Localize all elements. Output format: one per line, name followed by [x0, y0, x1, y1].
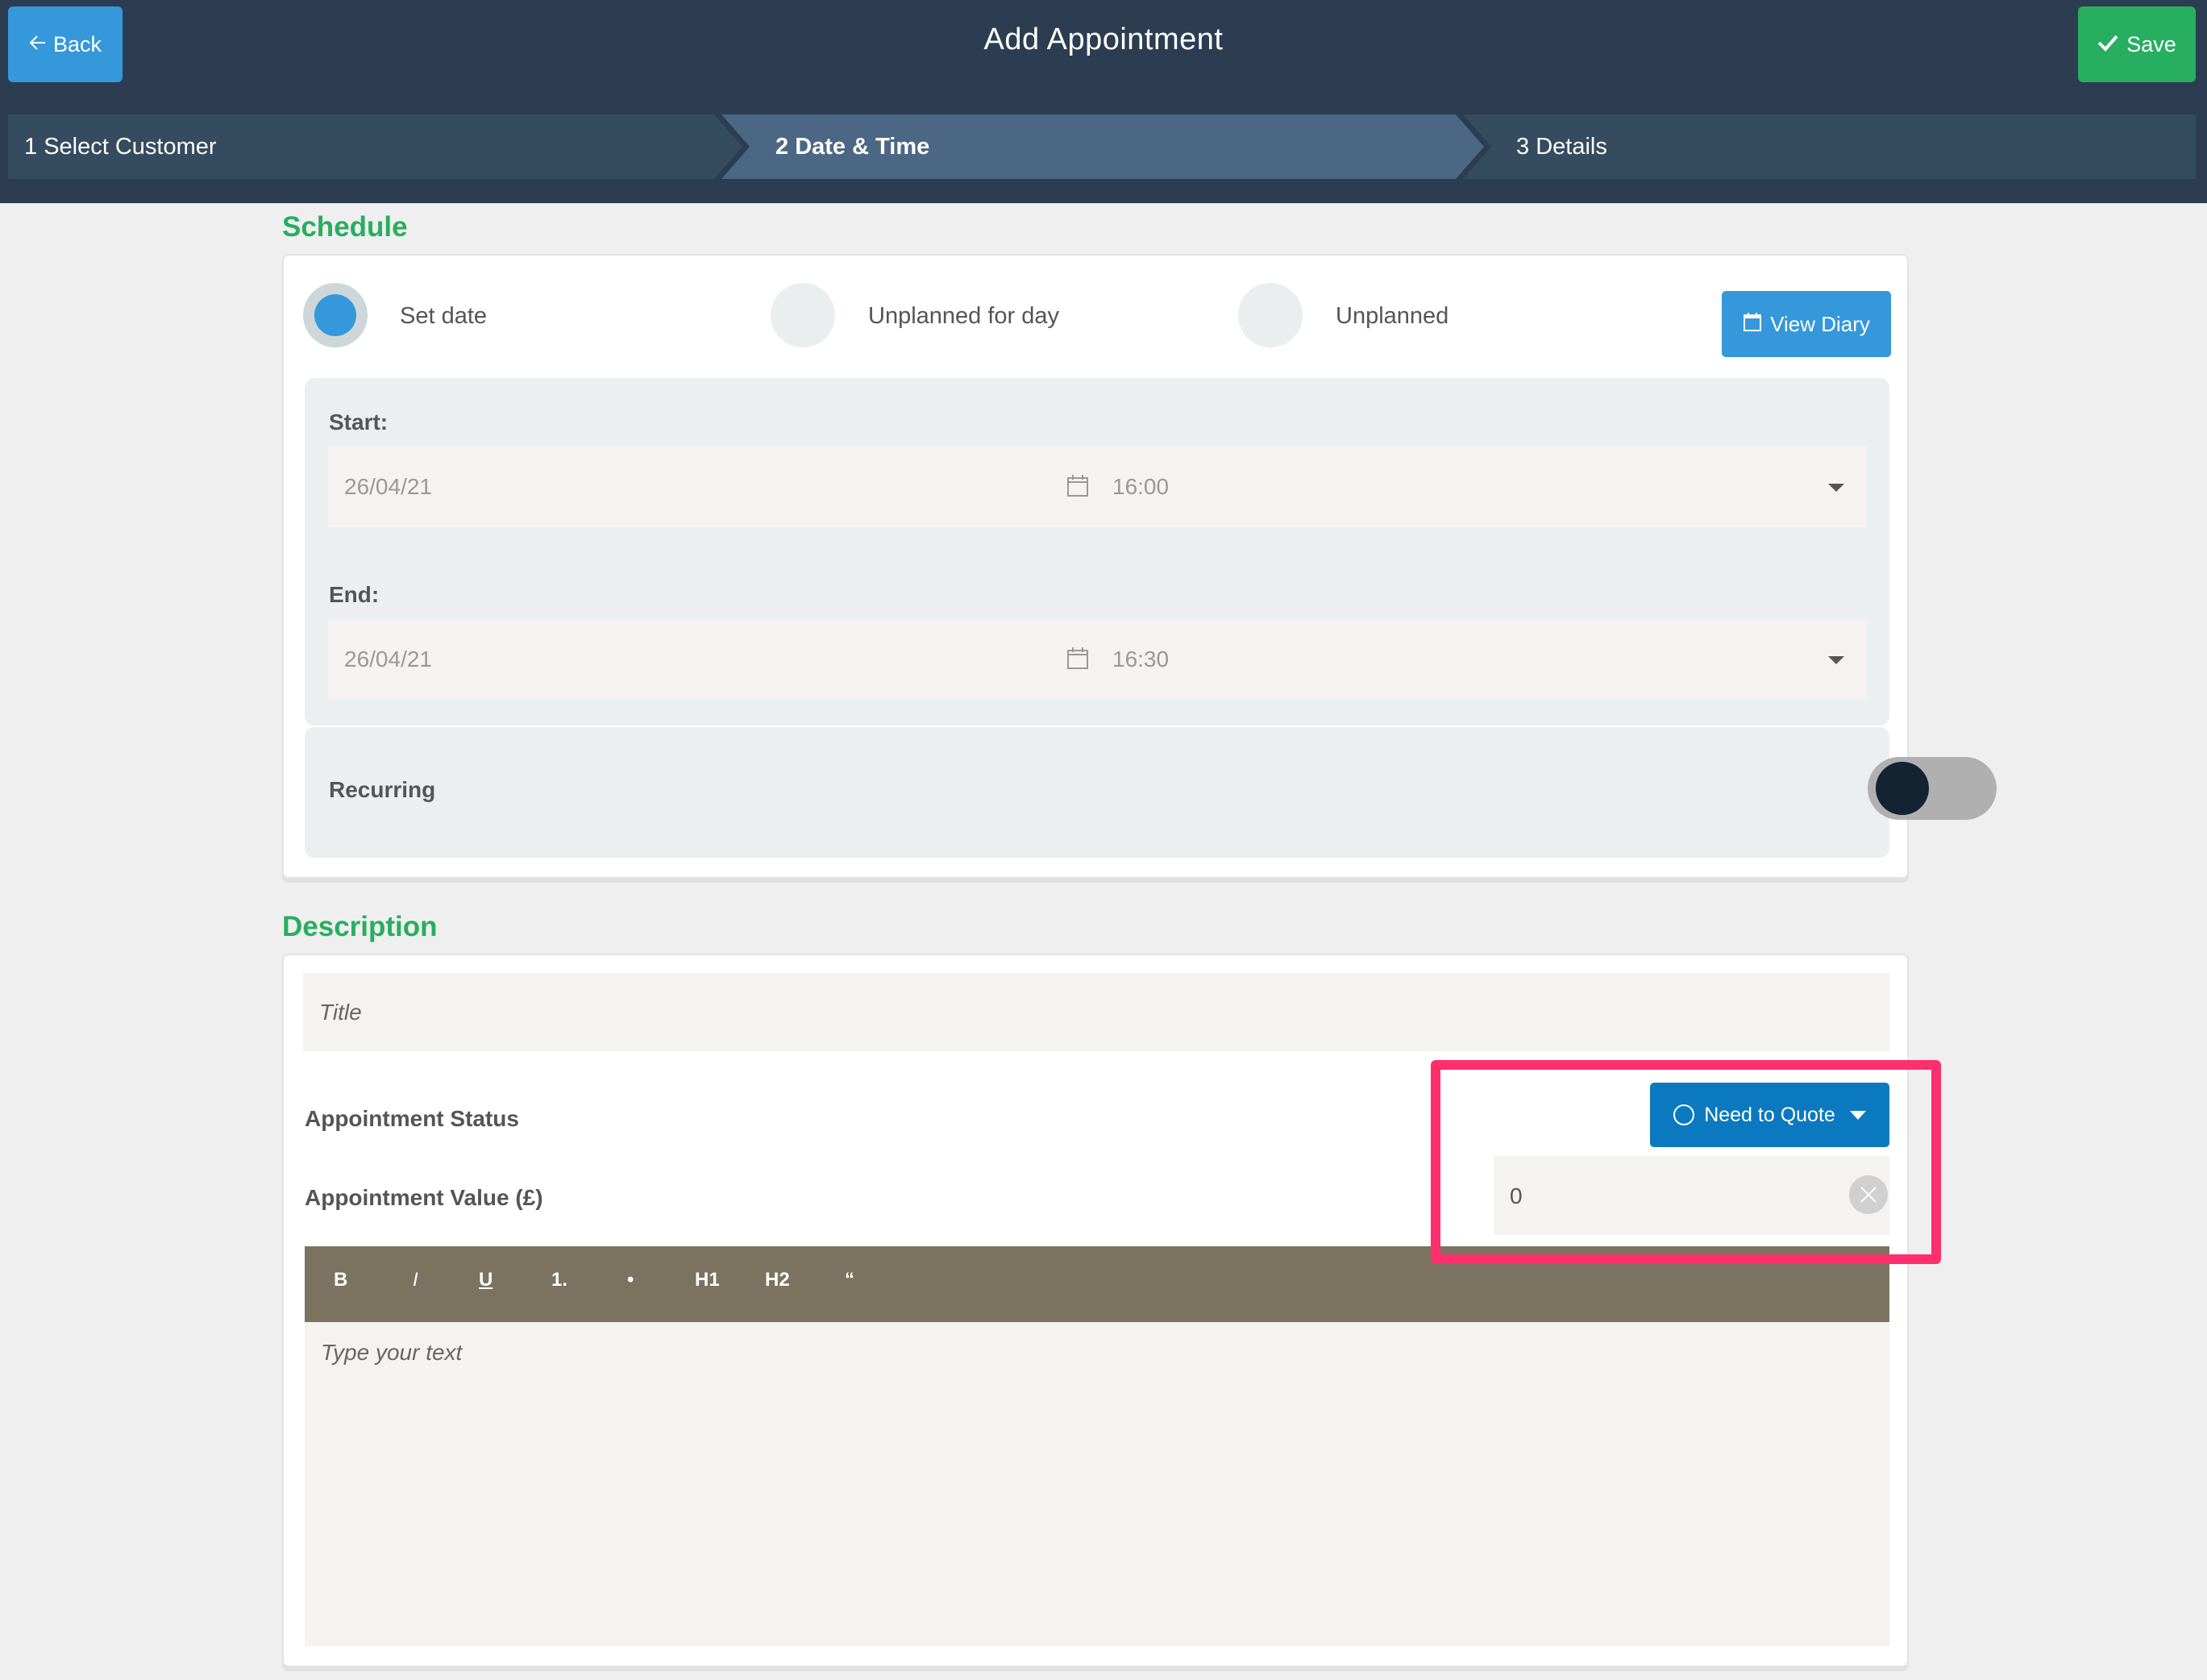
recurring-label: Recurring: [329, 777, 436, 802]
end-date-value[interactable]: 26/04/21: [344, 647, 432, 672]
save-label: Save: [2126, 31, 2176, 56]
italic-button[interactable]: I: [413, 1269, 418, 1291]
step-details[interactable]: 3 Details: [1459, 114, 2196, 179]
start-date-value[interactable]: 26/04/21: [344, 474, 432, 500]
description-heading: Description: [282, 911, 438, 942]
step-label: Date & Time: [795, 133, 930, 160]
appointment-value[interactable]: 0: [1510, 1183, 1523, 1209]
recurring-panel: Recurring: [305, 727, 1997, 858]
bold-button[interactable]: B: [334, 1269, 347, 1291]
step-number: 3: [1516, 133, 1530, 160]
step-label: Details: [1536, 133, 1607, 160]
appointment-status-dropdown[interactable]: Need to Quote: [1650, 1083, 1889, 1147]
editor-placeholder: Type your text: [321, 1340, 463, 1365]
radio-unplanned[interactable]: [1238, 283, 1303, 347]
app-header: Back Add Appointment Save 1 Select Custo…: [0, 0, 2207, 203]
date-time-panel: Start: 26/04/21 16:00 End: 26/04/21 16:3…: [305, 378, 1889, 726]
description-card: Title Appointment Status Need to Quote A…: [282, 954, 1909, 1667]
heading-1-button[interactable]: H1: [695, 1269, 720, 1291]
radio-set-date[interactable]: [303, 283, 368, 347]
start-datetime-field[interactable]: 26/04/21 16:00: [328, 447, 1867, 527]
appointment-value-label: Appointment Value (£): [305, 1185, 543, 1210]
calendar-icon: [1743, 311, 1762, 338]
calendar-icon[interactable]: [1066, 646, 1090, 674]
start-time-value[interactable]: 16:00: [1112, 474, 1169, 500]
toggle-knob: [1876, 762, 1929, 815]
title-input[interactable]: Title: [303, 973, 1889, 1051]
step-progress: 1 Select Customer 2 Date & Time 3 Detail…: [8, 114, 2196, 179]
recurring-toggle[interactable]: [1868, 757, 1997, 820]
step-date-time[interactable]: 2 Date & Time: [717, 114, 1491, 179]
radio-dot: [314, 294, 356, 336]
radio-unplanned-for-day[interactable]: [771, 283, 835, 347]
step-select-customer[interactable]: 1 Select Customer: [8, 114, 750, 179]
checkmark-icon: [2097, 32, 2118, 57]
underline-button[interactable]: U: [479, 1269, 493, 1291]
schedule-heading: Schedule: [282, 211, 408, 243]
end-time-value[interactable]: 16:30: [1112, 647, 1169, 672]
heading-2-button[interactable]: H2: [765, 1269, 790, 1291]
description-editor[interactable]: Type your text: [305, 1322, 1889, 1646]
chevron-down-icon[interactable]: [1828, 656, 1844, 664]
schedule-card: Set date Unplanned for day Unplanned Vie…: [282, 254, 1997, 879]
page-title: Add Appointment: [983, 23, 1224, 56]
save-button[interactable]: Save: [2078, 6, 2196, 82]
title-placeholder: Title: [319, 1000, 362, 1025]
ordered-list-button[interactable]: 1.: [551, 1269, 567, 1291]
clear-icon[interactable]: [1849, 1175, 1888, 1214]
editor-toolbar: B I U 1. • H1 H2 “: [305, 1246, 1889, 1322]
calendar-icon[interactable]: [1066, 473, 1090, 501]
end-label: End:: [329, 582, 380, 607]
end-datetime-field[interactable]: 26/04/21 16:30: [328, 619, 1867, 700]
step-number: 2: [775, 133, 789, 160]
radio-label-set-date: Set date: [400, 303, 488, 329]
caret-down-icon: [1849, 1110, 1866, 1120]
appointment-status-label: Appointment Status: [305, 1106, 519, 1131]
status-circle-icon: [1673, 1104, 1695, 1125]
view-diary-button[interactable]: View Diary: [1722, 291, 1891, 357]
start-label: Start:: [329, 410, 389, 435]
bullet-list-button[interactable]: •: [627, 1269, 634, 1291]
step-label: Select Customer: [44, 133, 217, 160]
step-number: 1: [24, 133, 38, 160]
quote-button[interactable]: “: [845, 1269, 854, 1291]
status-value: Need to Quote: [1704, 1103, 1835, 1126]
view-diary-label: View Diary: [1770, 311, 1870, 336]
radio-label-unplanned: Unplanned: [1336, 303, 1449, 329]
radio-label-unplanned-for-day: Unplanned for day: [868, 303, 1059, 329]
chevron-down-icon[interactable]: [1828, 484, 1844, 492]
appointment-value-input[interactable]: 0: [1494, 1156, 1889, 1235]
